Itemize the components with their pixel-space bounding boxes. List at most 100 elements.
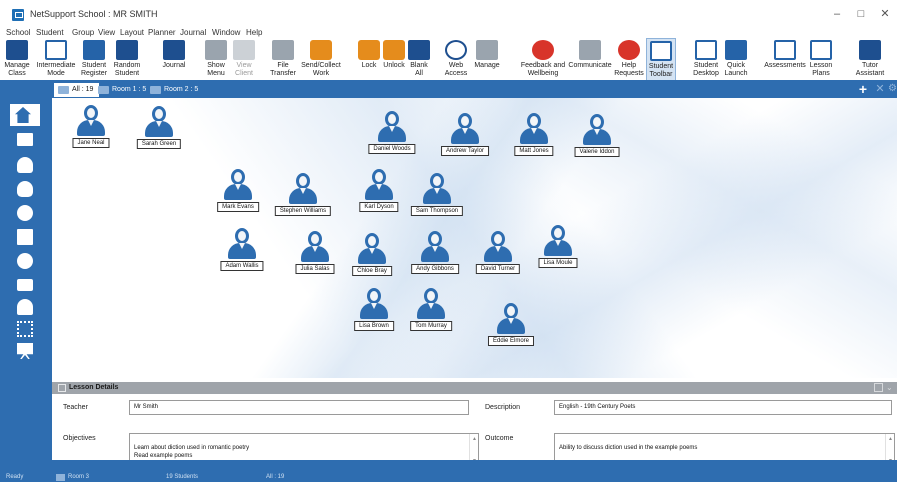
- tab-all[interactable]: All : 19: [54, 83, 100, 97]
- minimize-button[interactable]: –: [827, 6, 847, 22]
- description-field[interactable]: English - 19th Century Poets: [554, 400, 892, 415]
- teacher-field[interactable]: Mr Smith: [129, 400, 469, 415]
- student-julia-salas[interactable]: Julia Salas: [285, 230, 345, 280]
- student-avatar-icon: [223, 168, 253, 202]
- printing-button[interactable]: [12, 274, 38, 296]
- status-bar: Ready Room 3 19 Students All : 19: [0, 460, 897, 482]
- home-icon: [15, 107, 31, 123]
- menu-layout[interactable]: Layout: [120, 28, 144, 38]
- file-transfer-icon: [272, 40, 294, 60]
- printer-icon: [17, 279, 33, 291]
- student-lisa-brown[interactable]: Lisa Brown: [344, 287, 404, 337]
- student-tom-murray[interactable]: Tom Murray: [401, 287, 461, 337]
- menu-journal[interactable]: Journal: [180, 28, 206, 38]
- classroom-canvas[interactable]: Jane Neal Sarah Green Daniel Woods Andre…: [52, 98, 897, 378]
- room-icon: [56, 474, 65, 481]
- student-david-turner[interactable]: David Turner: [468, 230, 528, 280]
- student-karl-dyson[interactable]: Karl Dyson: [349, 168, 409, 218]
- menu-view[interactable]: View: [98, 28, 115, 38]
- applications-button[interactable]: [12, 226, 38, 248]
- random-student-icon: [116, 40, 138, 60]
- menu-window[interactable]: Window: [212, 28, 240, 38]
- timer-button[interactable]: [12, 250, 38, 272]
- internet-button[interactable]: [12, 202, 38, 224]
- menu-planner[interactable]: Planner: [148, 28, 176, 38]
- ideas-button[interactable]: [12, 178, 38, 200]
- description-label: Description: [485, 404, 521, 411]
- student-name: Adam Wallis: [220, 261, 264, 271]
- send-collect-work-label: Send/Collect Work: [301, 62, 341, 77]
- manage-class-icon: [6, 40, 28, 60]
- lifebuoy-icon: [618, 40, 640, 60]
- monitor-button[interactable]: [12, 130, 38, 152]
- student-sam-thompson[interactable]: Sam Thompson: [407, 172, 467, 222]
- student-register-icon: [83, 40, 105, 60]
- groups-button[interactable]: [12, 296, 38, 318]
- status-student-count: 19 Students: [166, 474, 199, 480]
- student-name: Lisa Moule: [538, 258, 578, 268]
- lesson-details-header: Lesson Details ⌄: [52, 382, 897, 394]
- easel-icon: [17, 343, 33, 359]
- student-andy-gibbons[interactable]: Andy Gibbons: [405, 230, 465, 280]
- whiteboard-button[interactable]: [12, 340, 38, 362]
- menu-help[interactable]: Help: [246, 28, 262, 38]
- student-toolbar-label: Student Toolbar: [648, 63, 674, 78]
- student-name: Sam Thompson: [410, 206, 464, 216]
- student-name: Sarah Green: [136, 139, 182, 149]
- tab-room-1[interactable]: Room 1 : 5: [94, 83, 152, 97]
- title-bar: NetSupport School : MR SMITH – □ ✕: [0, 0, 897, 28]
- lesson-details-panel: Lesson Details ⌄ Teacher Mr Smith Descri…: [52, 378, 897, 467]
- student-avatar-icon: [422, 172, 452, 206]
- student-valerie-iddon[interactable]: Valerie Iddon: [567, 113, 627, 163]
- student-lisa-moule[interactable]: Lisa Moule: [528, 224, 588, 274]
- student-avatar-icon: [227, 227, 257, 261]
- send-collect-work-icon: [310, 40, 332, 60]
- lesson-plans-label: Lesson Plans: [809, 62, 833, 77]
- student-sarah-green[interactable]: Sarah Green: [129, 105, 189, 155]
- student-matt-jones[interactable]: Matt Jones: [504, 112, 564, 162]
- objectives-text: Learn about diction used in romantic poe…: [134, 445, 250, 459]
- chevron-down-icon[interactable]: ⌄: [886, 382, 897, 394]
- close-tab-button[interactable]: ✕: [874, 80, 886, 98]
- student-stephen-williams[interactable]: Stephen Williams: [273, 172, 333, 222]
- tab-label: Room 1 : 5: [112, 86, 147, 93]
- gear-icon[interactable]: ⚙: [888, 80, 897, 98]
- student-avatar-icon: [364, 168, 394, 202]
- student-name: Lisa Brown: [354, 321, 394, 331]
- feedback-wellbeing-icon: [532, 40, 554, 60]
- student-avatar-icon: [483, 230, 513, 264]
- student-jane-neal[interactable]: Jane Neal: [61, 104, 121, 154]
- student-name: Tom Murray: [410, 321, 452, 331]
- assessments-icon: [774, 40, 796, 60]
- student-chloe-bray[interactable]: Chloe Bray: [342, 232, 402, 282]
- menu-student[interactable]: Student: [36, 28, 64, 38]
- scroll-up-icon[interactable]: ▲: [887, 435, 894, 443]
- student-name: Julia Salas: [295, 264, 335, 274]
- home-button[interactable]: [10, 104, 40, 126]
- tab-label: All : 19: [72, 86, 94, 93]
- student-adam-wallis[interactable]: Adam Wallis: [212, 227, 272, 277]
- scroll-up-icon[interactable]: ▲: [471, 435, 478, 443]
- grid-icon: [17, 321, 33, 337]
- window-title: NetSupport School : MR SMITH: [30, 9, 158, 19]
- student-daniel-woods[interactable]: Daniel Woods: [362, 110, 422, 160]
- clock-icon: [17, 253, 33, 269]
- pin-icon[interactable]: [874, 383, 883, 392]
- student-avatar-icon: [519, 112, 549, 146]
- menu-group[interactable]: Group: [72, 28, 94, 38]
- add-tab-button[interactable]: +: [856, 80, 870, 98]
- student-desktop-icon: [695, 40, 717, 60]
- outcome-label: Outcome: [485, 435, 514, 442]
- student-eddie-elmore[interactable]: Eddie Elmore: [481, 302, 541, 352]
- student-avatar-icon: [496, 302, 526, 336]
- audio-button[interactable]: [12, 154, 38, 176]
- menu-school[interactable]: School: [6, 28, 30, 38]
- tab-room-2[interactable]: Room 2 : 5: [146, 83, 204, 97]
- status-room: Room 3: [68, 474, 90, 480]
- maximize-button[interactable]: □: [851, 6, 871, 22]
- student-toolbar-icon: [650, 41, 672, 61]
- student-andrew-taylor[interactable]: Andrew Taylor: [435, 112, 495, 162]
- keyboard-button[interactable]: [12, 318, 38, 340]
- student-mark-evans[interactable]: Mark Evans: [208, 168, 268, 218]
- close-button[interactable]: ✕: [875, 6, 895, 22]
